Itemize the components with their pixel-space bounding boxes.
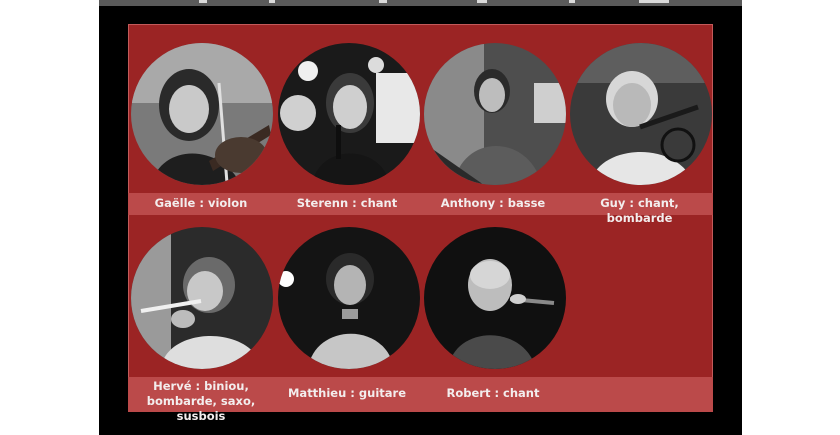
gaelle-photo[interactable]	[131, 43, 273, 185]
sterenn-photo[interactable]	[278, 43, 420, 185]
robert-photo-image	[424, 227, 566, 369]
guy-photo-image	[570, 43, 712, 185]
herve-photo-image	[131, 227, 273, 369]
top-toolbar-strip	[99, 0, 742, 6]
anthony-photo[interactable]	[424, 43, 566, 185]
herve-photo[interactable]	[131, 227, 273, 369]
guy-caption: Guy : chant, bombarde	[600, 196, 679, 225]
matthieu-photo[interactable]	[278, 227, 420, 369]
sterenn-caption: Sterenn : chant	[296, 196, 398, 210]
anthony-photo-image	[424, 43, 566, 185]
toolbar-mark	[199, 0, 207, 3]
musicians-panel: Gaëlle : violon Sterenn : chant Anthony …	[128, 24, 713, 423]
toolbar-mark	[639, 0, 669, 3]
toolbar-mark	[477, 0, 487, 3]
toolbar-mark	[379, 0, 387, 3]
robert-caption: Robert : chant	[446, 386, 540, 400]
gaelle-photo-image	[131, 43, 273, 185]
matthieu-photo-image	[278, 227, 420, 369]
matthieu-caption: Matthieu : guitare	[287, 386, 406, 400]
guy-photo[interactable]	[570, 43, 712, 185]
herve-caption: Hervé : biniou, bombarde, saxo, susbois	[146, 379, 256, 423]
sterenn-photo-image	[278, 43, 420, 185]
robert-photo[interactable]	[424, 227, 566, 369]
gaelle-caption: Gaëlle : violon	[154, 196, 248, 210]
anthony-caption: Anthony : basse	[440, 196, 546, 210]
toolbar-mark	[269, 0, 275, 3]
toolbar-mark	[569, 0, 575, 3]
